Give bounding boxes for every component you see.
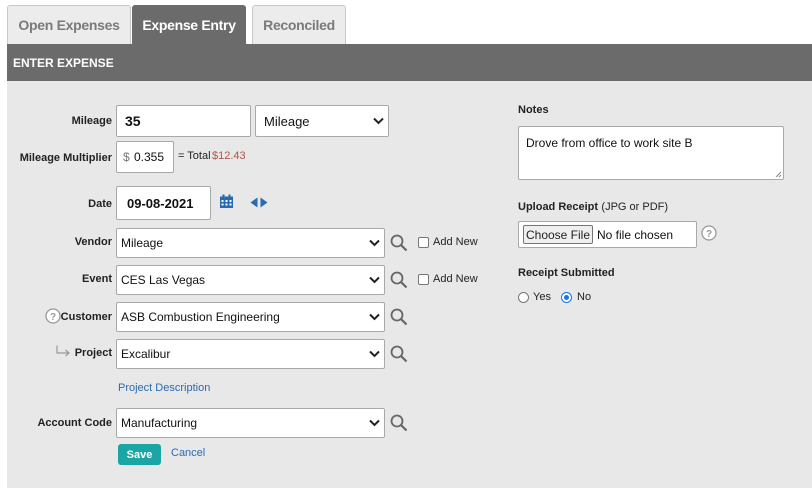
calendar-icon[interactable] (219, 194, 234, 209)
svg-text:?: ? (50, 312, 56, 323)
currency-symbol: $ (123, 150, 130, 164)
chevron-down-icon (369, 419, 380, 427)
choose-file-button[interactable]: Choose File (523, 225, 593, 244)
no-file-chosen-text: No file chosen (597, 228, 674, 242)
search-icon[interactable] (390, 271, 408, 289)
vendor-label: Vendor (74, 236, 112, 248)
tab-bar: Open Expenses Expense Entry Reconciled (0, 0, 812, 44)
date-label: Date (88, 198, 112, 210)
upload-receipt-heading: Upload Receipt (JPG or PDF) (518, 199, 668, 213)
total-value: $12.43 (212, 150, 246, 162)
chevron-down-icon (369, 276, 380, 284)
sub-item-arrow-icon (56, 345, 70, 357)
notes-label: Notes (518, 104, 549, 116)
mileage-type-value: Mileage (264, 113, 310, 129)
total-label: = Total (178, 150, 211, 162)
receipt-yes-label: Yes (533, 291, 551, 303)
receipt-yes-radio[interactable] (518, 292, 529, 303)
project-value: Excalibur (121, 347, 171, 361)
save-button[interactable]: Save (118, 444, 161, 465)
receipt-no-label: No (577, 291, 592, 303)
upload-receipt-label: Upload Receipt (518, 201, 599, 213)
chevron-down-icon (369, 313, 380, 321)
vendor-value: Mileage (121, 236, 164, 250)
mileage-value: 35 (125, 113, 141, 129)
event-add-new-checkbox[interactable] (418, 274, 429, 285)
chevron-down-icon (369, 350, 380, 358)
event-label: Event (82, 273, 112, 285)
notes-textarea[interactable]: Drove from office to work site B (518, 126, 784, 180)
account-code-value: Manufacturing (121, 416, 198, 430)
event-add-new-label: Add New (433, 273, 478, 285)
account-code-label: Account Code (37, 417, 112, 429)
vendor-select[interactable]: Mileage (116, 228, 385, 258)
file-upload-input[interactable]: Choose File No file chosen (518, 221, 697, 248)
section-title: ENTER EXPENSE (13, 55, 114, 70)
expense-form-panel: Mileage 35 Mileage Mileage Multiplier $ … (7, 81, 812, 488)
section-header: ENTER EXPENSE (7, 44, 812, 81)
prev-next-arrows-icon[interactable] (250, 197, 268, 208)
search-icon[interactable] (390, 345, 408, 363)
event-select[interactable]: CES Las Vegas (116, 265, 385, 295)
chevron-down-icon (373, 117, 384, 125)
chevron-down-icon (369, 239, 380, 247)
search-icon[interactable] (390, 234, 408, 252)
search-icon[interactable] (390, 414, 408, 432)
customer-select[interactable]: ASB Combustion Engineering (116, 302, 385, 332)
cancel-link[interactable]: Cancel (171, 447, 205, 459)
tab-expense-entry[interactable]: Expense Entry (132, 5, 246, 44)
search-icon[interactable] (390, 308, 408, 326)
project-select[interactable]: Excalibur (116, 339, 385, 369)
help-icon[interactable]: ? (45, 308, 61, 324)
multiplier-input[interactable]: $ 0.355 (116, 141, 174, 173)
svg-text:?: ? (706, 229, 712, 240)
mileage-type-select[interactable]: Mileage (255, 105, 389, 137)
vendor-add-new-checkbox[interactable] (418, 237, 429, 248)
account-code-select[interactable]: Manufacturing (116, 408, 385, 438)
notes-value: Drove from office to work site B (526, 136, 693, 150)
tab-open-expenses[interactable]: Open Expenses (7, 5, 131, 44)
date-input[interactable]: 09-08-2021 (116, 186, 211, 220)
receipt-submitted-label: Receipt Submitted (518, 267, 615, 279)
receipt-no-radio[interactable] (561, 292, 572, 303)
multiplier-value: 0.355 (134, 150, 165, 164)
project-label: Project (74, 347, 112, 359)
resize-handle-icon[interactable] (774, 170, 782, 178)
customer-value: ASB Combustion Engineering (121, 310, 280, 324)
help-icon[interactable]: ? (701, 225, 717, 241)
multiplier-label: Mileage Multiplier (19, 152, 112, 164)
upload-receipt-hint: (JPG or PDF) (601, 201, 669, 213)
event-value: CES Las Vegas (121, 273, 206, 287)
customer-label: Customer (60, 311, 112, 323)
tab-reconciled[interactable]: Reconciled (252, 5, 346, 44)
vendor-add-new-label: Add New (433, 236, 478, 248)
mileage-label: Mileage (71, 115, 112, 127)
mileage-input[interactable]: 35 (116, 105, 251, 137)
project-description-link[interactable]: Project Description (118, 382, 210, 394)
date-value: 09-08-2021 (127, 196, 194, 211)
